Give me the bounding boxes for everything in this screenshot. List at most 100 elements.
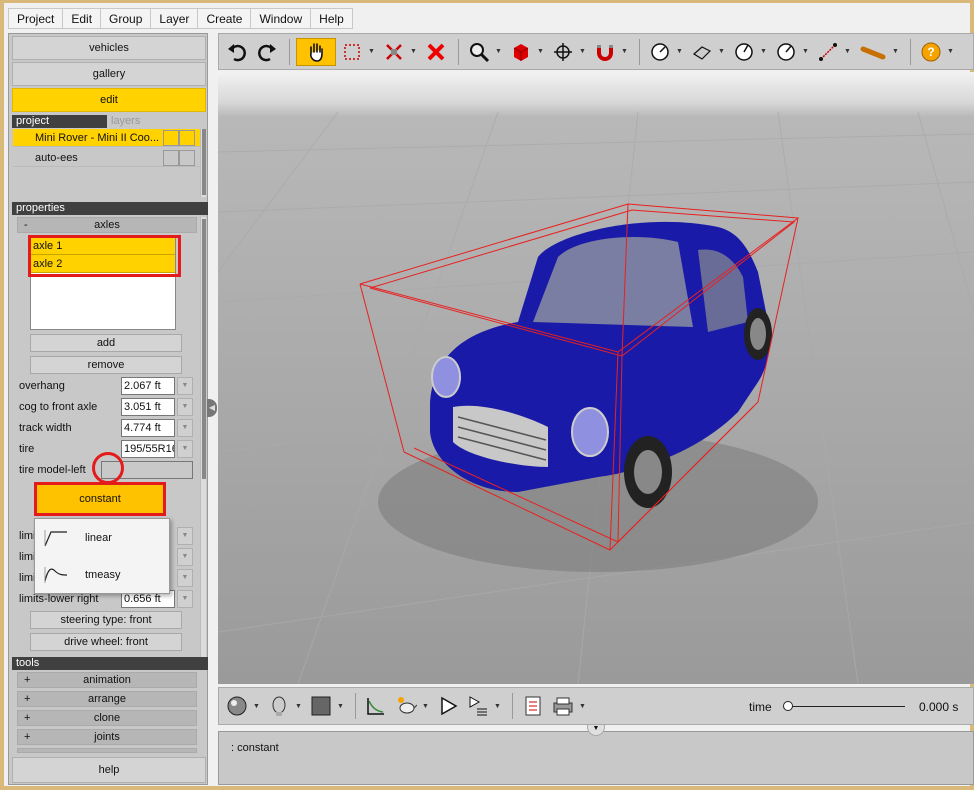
menu-window[interactable]: Window [250, 8, 312, 29]
chevron-down-icon[interactable]: ▼ [177, 419, 193, 437]
menu-help[interactable]: Help [310, 8, 353, 29]
delete-icon[interactable] [422, 38, 450, 66]
play-list-icon[interactable] [464, 692, 492, 720]
tool-label: arrange [88, 693, 126, 705]
collapse-icon: - [24, 219, 28, 231]
project-item[interactable]: auto-ees [13, 149, 201, 167]
tape-tool-icon[interactable] [856, 38, 890, 66]
tool-more[interactable] [17, 748, 197, 753]
expand-icon: + [24, 712, 31, 724]
properties-scrollbar[interactable] [200, 217, 206, 657]
axles-label: axles [94, 219, 120, 231]
tmeasy-curve-icon [44, 567, 68, 583]
scroll-thumb[interactable] [202, 219, 206, 479]
project-item-label: auto-ees [35, 152, 78, 164]
dropdown-option-tmeasy[interactable]: tmeasy [35, 557, 169, 593]
menu-layer[interactable]: Layer [150, 8, 199, 29]
head-icon[interactable] [265, 692, 293, 720]
help-button[interactable]: help [12, 757, 206, 783]
play-icon[interactable] [434, 692, 462, 720]
tire-field[interactable]: 195/55R16 [121, 440, 175, 458]
properties-header: properties [12, 202, 208, 215]
drive-wheel-button[interactable]: drive wheel: front [30, 633, 182, 651]
cog-field[interactable]: 3.051 ft [121, 398, 175, 416]
lock-toggle[interactable] [179, 130, 195, 146]
cut-tool-icon[interactable] [380, 38, 408, 66]
svg-text:?: ? [927, 45, 934, 59]
axles-header[interactable]: - axles [17, 217, 197, 233]
gallery-button[interactable]: gallery [12, 62, 206, 86]
chevron-down-icon[interactable]: ▼ [177, 548, 193, 566]
scroll-thumb[interactable] [202, 129, 206, 195]
scene-render [218, 111, 974, 684]
track-width-field[interactable]: 4.774 ft [121, 419, 175, 437]
notes-icon[interactable] [519, 692, 547, 720]
chevron-down-icon[interactable]: ▼ [177, 590, 193, 608]
tool-animation[interactable]: + animation [17, 672, 197, 688]
tab-layers[interactable]: layers [107, 115, 202, 128]
3d-viewport[interactable] [218, 72, 974, 684]
dropdown-option-linear[interactable]: linear [35, 520, 169, 556]
tool-label: joints [94, 731, 120, 743]
highlight-circle [92, 452, 124, 484]
menu-edit[interactable]: Edit [62, 8, 102, 29]
menu-group[interactable]: Group [100, 8, 152, 29]
chevron-down-icon[interactable]: ▼ [177, 440, 193, 458]
visibility-toggle[interactable] [163, 150, 179, 166]
collapse-panel-icon[interactable]: ◀ [207, 399, 217, 417]
expand-icon: + [24, 674, 31, 686]
track-width-label: track width [19, 422, 72, 434]
color-swatch-icon[interactable] [307, 692, 335, 720]
lock-toggle[interactable] [179, 150, 195, 166]
tab-project[interactable]: project [12, 115, 107, 128]
overhang-field[interactable]: 2.067 ft [121, 377, 175, 395]
vehicles-button[interactable]: vehicles [12, 36, 206, 60]
dial-icon[interactable] [772, 38, 800, 66]
tire-model-dropdown: linear tmeasy [34, 518, 170, 594]
expand-icon: + [24, 731, 31, 743]
time-slider-knob[interactable] [783, 701, 793, 711]
tool-joints[interactable]: + joints [17, 729, 197, 745]
chevron-down-icon[interactable]: ▼ [587, 724, 605, 736]
gauge-icon[interactable] [646, 38, 674, 66]
tool-arrange[interactable]: + arrange [17, 691, 197, 707]
angle-gauge-icon[interactable] [730, 38, 758, 66]
tool-clone[interactable]: + clone [17, 710, 197, 726]
help-icon[interactable]: ? [917, 38, 945, 66]
redo-icon[interactable] [253, 38, 281, 66]
select-box-icon[interactable] [338, 38, 366, 66]
menu-create[interactable]: Create [197, 8, 252, 29]
magnet-icon[interactable] [591, 38, 619, 66]
cog-label: cog to front axle [19, 401, 98, 413]
visibility-toggle[interactable] [163, 130, 179, 146]
steering-type-button[interactable]: steering type: front [30, 611, 182, 629]
project-item[interactable]: Mini Rover - Mini II Coo... [13, 129, 201, 147]
menu-bar: Project Edit Group Layer Create Window H… [8, 8, 353, 30]
print-icon[interactable] [549, 692, 577, 720]
edit-button[interactable]: edit [12, 88, 206, 112]
zoom-icon[interactable] [465, 38, 493, 66]
limits-lower-right-label: limits-lower right [19, 593, 99, 605]
measure-icon[interactable] [814, 38, 842, 66]
surface-icon[interactable] [688, 38, 716, 66]
option-label: linear [85, 532, 112, 544]
chevron-down-icon[interactable]: ▼ [177, 398, 193, 416]
move-icon[interactable] [549, 38, 577, 66]
chevron-down-icon[interactable]: ▼ [177, 527, 193, 545]
teapot-icon[interactable] [392, 692, 420, 720]
tools-header: tools [12, 657, 208, 670]
cube-icon[interactable] [507, 38, 535, 66]
tire-model-constant-option[interactable]: constant [34, 482, 166, 516]
pan-hand-icon[interactable] [296, 37, 336, 66]
remove-button[interactable]: remove [30, 356, 182, 374]
undo-icon[interactable] [223, 38, 251, 66]
sphere-icon[interactable] [223, 692, 251, 720]
add-button[interactable]: add [30, 334, 182, 352]
project-scrollbar[interactable] [200, 129, 206, 197]
time-slider[interactable] [787, 706, 905, 707]
chevron-down-icon[interactable]: ▼ [177, 569, 193, 587]
chevron-down-icon[interactable]: ▼ [177, 377, 193, 395]
menu-project[interactable]: Project [8, 8, 64, 29]
graph-icon[interactable] [362, 692, 390, 720]
tool-label: animation [83, 674, 131, 686]
